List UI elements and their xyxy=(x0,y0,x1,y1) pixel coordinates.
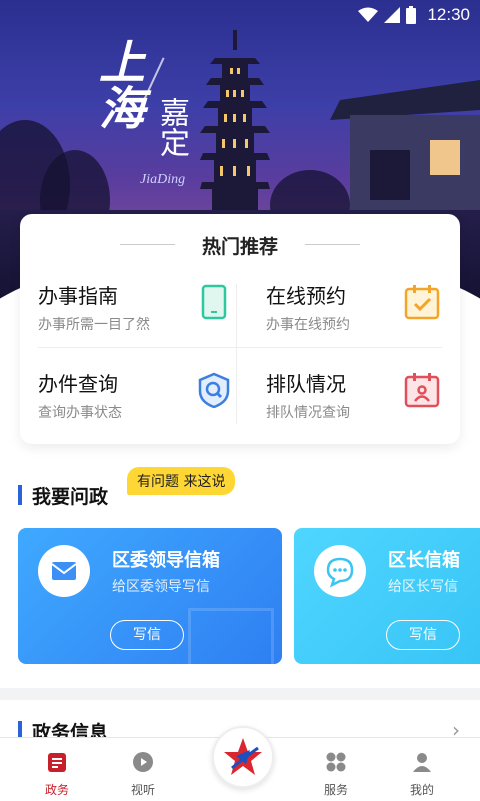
tab-label: 我的 xyxy=(409,783,434,797)
bottom-tab-bar: 政务 视听 服务 我的 xyxy=(0,726,480,801)
gov-icon xyxy=(48,753,66,772)
star-logo-icon xyxy=(224,738,262,775)
mailbox-title: 区长信箱 xyxy=(388,550,460,571)
envelope-icon-circle xyxy=(38,545,90,597)
hot-item-appointment[interactable]: 在线预约 办事在线预约 xyxy=(266,280,446,350)
write-letter-button[interactable]: 写信 xyxy=(386,620,460,650)
hot-item-subtitle: 办事所需一目了然 xyxy=(38,317,150,333)
pagoda-image xyxy=(200,30,270,220)
phone-icon xyxy=(201,284,227,320)
ancient-building-image xyxy=(330,80,480,220)
tab-label: 服务 xyxy=(323,783,348,797)
grid-icon xyxy=(326,752,346,772)
section-bar xyxy=(18,485,22,505)
calendar-check-icon xyxy=(404,285,440,320)
hero-city: 上海 xyxy=(92,38,146,130)
tab-gov[interactable]: 政务 xyxy=(17,746,97,798)
ask-section-header: 我要问政 xyxy=(18,482,109,509)
envelope-icon xyxy=(51,562,77,580)
grid-divider-horizontal xyxy=(38,347,442,348)
hot-item-title: 办事指南 xyxy=(38,284,118,308)
mailbox-subtitle: 给区长写信 xyxy=(388,579,458,595)
tab-media[interactable]: 视听 xyxy=(103,746,183,798)
hot-item-queue[interactable]: 排队情况 排队情况查询 xyxy=(266,368,446,438)
hot-item-subtitle: 查询办事状态 xyxy=(38,405,122,421)
shield-search-icon xyxy=(198,372,230,408)
section-separator xyxy=(0,688,480,700)
signal-icon xyxy=(384,7,400,23)
tab-label: 视听 xyxy=(130,783,155,797)
calendar-person-icon xyxy=(404,373,440,408)
mailbox-subtitle: 给区委领导写信 xyxy=(112,579,210,595)
write-letter-button[interactable]: 写信 xyxy=(110,620,184,650)
tab-mine[interactable]: 我的 xyxy=(382,746,462,798)
tab-label: 政务 xyxy=(44,783,69,797)
hot-item-query[interactable]: 办件查询 查询办事状态 xyxy=(38,368,238,438)
mailbox-card-committee[interactable]: 区委领导信箱 给区委领导写信 写信 xyxy=(18,528,282,664)
hero-district-en: JiaDing xyxy=(140,172,186,187)
mailbox-title: 区委领导信箱 xyxy=(112,550,220,571)
status-bar: 12:30 xyxy=(0,0,480,32)
hot-title: 热门推荐 xyxy=(201,236,278,258)
envelope-watermark-icon xyxy=(188,608,274,664)
battery-icon xyxy=(406,6,416,24)
play-icon xyxy=(133,752,153,772)
ask-title: 我要问政 xyxy=(32,486,109,508)
hero-district: 嘉定 xyxy=(154,97,189,157)
ask-tag: 有问题 来这说 xyxy=(127,467,236,495)
tab-services[interactable]: 服务 xyxy=(296,746,376,798)
title-line-right xyxy=(305,244,360,245)
jiading-logo-button[interactable] xyxy=(212,726,274,788)
status-time: 12:30 xyxy=(427,5,470,24)
grid-divider-vertical xyxy=(236,284,237,424)
chat-bubble-icon xyxy=(326,557,354,588)
user-icon xyxy=(413,753,431,772)
hot-item-subtitle: 办事在线预约 xyxy=(266,317,350,333)
hot-item-title: 在线预约 xyxy=(266,284,346,308)
hot-item-guide[interactable]: 办事指南 办事所需一目了然 xyxy=(38,280,238,350)
mailbox-card-mayor[interactable]: 区长信箱 给区长写信 写信 xyxy=(294,528,480,664)
chat-icon-circle xyxy=(314,545,366,597)
hot-recommend-card: 热门推荐 办事指南 办事所需一目了然 在线预约 办事在线预约 办件查询 查询办事… xyxy=(20,214,460,444)
wifi-icon xyxy=(358,7,378,22)
hot-item-subtitle: 排队情况查询 xyxy=(266,405,350,421)
hot-item-title: 排队情况 xyxy=(266,372,346,396)
hot-item-title: 办件查询 xyxy=(38,372,118,396)
